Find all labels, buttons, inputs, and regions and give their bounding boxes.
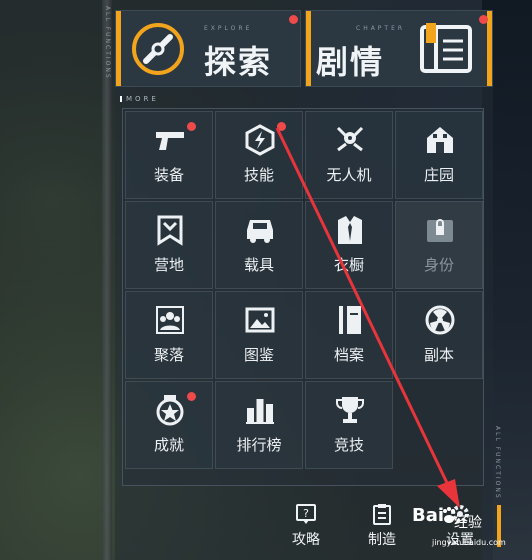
lock-icon bbox=[427, 219, 453, 242]
guide-label: 攻略 bbox=[292, 532, 320, 548]
grid-item-label: 档案 bbox=[333, 346, 364, 364]
grid-item-wardrobe[interactable]: 衣橱 bbox=[305, 201, 393, 289]
grid-item-achievement[interactable]: 成就 bbox=[125, 381, 213, 469]
grid-item-gallery[interactable]: 图鉴 bbox=[215, 291, 303, 379]
notification-badge bbox=[187, 122, 196, 131]
watermark-brand: Bai bbox=[412, 505, 445, 526]
grid-item-arena[interactable]: 竞技 bbox=[305, 381, 393, 469]
grid-item-archive[interactable]: 档案 bbox=[305, 291, 393, 379]
accent-bar bbox=[306, 11, 311, 86]
grid-item-equipment[interactable]: 装备 bbox=[125, 111, 213, 199]
explore-button[interactable]: EXPLORE 探索 bbox=[115, 10, 301, 87]
accent-bar bbox=[487, 11, 492, 86]
suit-icon bbox=[338, 216, 362, 244]
grid-item-label: 无人机 bbox=[326, 166, 372, 184]
function-grid: 装备 技能 无人机 庄园 营地 载具 衣橱 身份 聚落 图鉴 档案 副本 成就 … bbox=[122, 108, 484, 486]
grid-item-label: 身份 bbox=[423, 256, 454, 274]
book-icon bbox=[420, 23, 472, 73]
skill-bolt-icon bbox=[245, 124, 275, 156]
grid-item-label: 副本 bbox=[423, 346, 454, 364]
grid-item-label: 聚落 bbox=[153, 346, 184, 364]
side-tag-left: ALL FUNCTIONS bbox=[104, 6, 111, 80]
grid-item-identity[interactable]: 身份 bbox=[395, 201, 483, 289]
svg-text:?: ? bbox=[303, 507, 309, 520]
notification-badge bbox=[277, 122, 286, 131]
grid-item-label: 竞技 bbox=[333, 436, 364, 454]
medal-icon bbox=[156, 395, 184, 426]
craft-button[interactable]: 制造 bbox=[352, 502, 412, 549]
grid-item-label: 图鉴 bbox=[243, 346, 274, 364]
grid-item-manor[interactable]: 庄园 bbox=[395, 111, 483, 199]
side-tag-right: ALL FUNCTIONS bbox=[494, 426, 501, 500]
vehicle-icon bbox=[247, 220, 273, 243]
guide-icon: ? bbox=[296, 504, 316, 524]
notification-badge bbox=[479, 15, 488, 24]
pistol-icon bbox=[156, 132, 184, 150]
chapter-label: 剧情 bbox=[316, 43, 385, 81]
accent-bar bbox=[116, 11, 121, 86]
chapter-sub: CHAPTER bbox=[356, 25, 406, 32]
grid-item-ranking[interactable]: 排行榜 bbox=[215, 381, 303, 469]
watermark-url: jingyan.baidu.com bbox=[432, 538, 506, 547]
archive-icon bbox=[339, 306, 361, 334]
drone-icon bbox=[336, 126, 364, 152]
banner-icon bbox=[157, 215, 183, 246]
trophy-icon bbox=[336, 397, 364, 423]
explore-sub: EXPLORE bbox=[204, 25, 253, 32]
grid-item-label: 衣橱 bbox=[333, 256, 364, 274]
craft-icon bbox=[373, 504, 391, 525]
notification-badge bbox=[187, 392, 196, 401]
grid-item-vehicle[interactable]: 载具 bbox=[215, 201, 303, 289]
grid-item-label: 庄园 bbox=[423, 166, 454, 184]
grid-item-settlement[interactable]: 聚落 bbox=[125, 291, 213, 379]
grid-item-dungeon[interactable]: 副本 bbox=[395, 291, 483, 379]
group-icon bbox=[156, 306, 184, 334]
notification-badge bbox=[289, 15, 298, 24]
craft-label: 制造 bbox=[368, 532, 396, 548]
grid-item-label: 成就 bbox=[153, 436, 184, 454]
grid-item-camp[interactable]: 营地 bbox=[125, 201, 213, 289]
grid-item-label: 装备 bbox=[153, 166, 184, 184]
chapter-button[interactable]: CHAPTER 剧情 bbox=[305, 10, 493, 87]
house-icon bbox=[427, 127, 453, 153]
grid-item-label: 载具 bbox=[243, 256, 274, 274]
grid-item-label: 技能 bbox=[243, 166, 274, 184]
guide-button[interactable]: ? 攻略 bbox=[276, 502, 336, 549]
compass-icon bbox=[132, 23, 184, 75]
watermark-cn: 经验 bbox=[454, 515, 482, 531]
radiation-icon bbox=[425, 305, 455, 335]
background-pole bbox=[102, 0, 112, 560]
grid-item-drone[interactable]: 无人机 bbox=[305, 111, 393, 199]
section-label: MORE bbox=[120, 95, 159, 103]
ranking-icon bbox=[246, 399, 274, 424]
grid-item-skills[interactable]: 技能 bbox=[215, 111, 303, 199]
grid-item-label: 营地 bbox=[153, 256, 184, 274]
grid-item-label: 排行榜 bbox=[236, 436, 282, 454]
gallery-icon bbox=[245, 307, 275, 333]
explore-label: 探索 bbox=[204, 43, 273, 81]
